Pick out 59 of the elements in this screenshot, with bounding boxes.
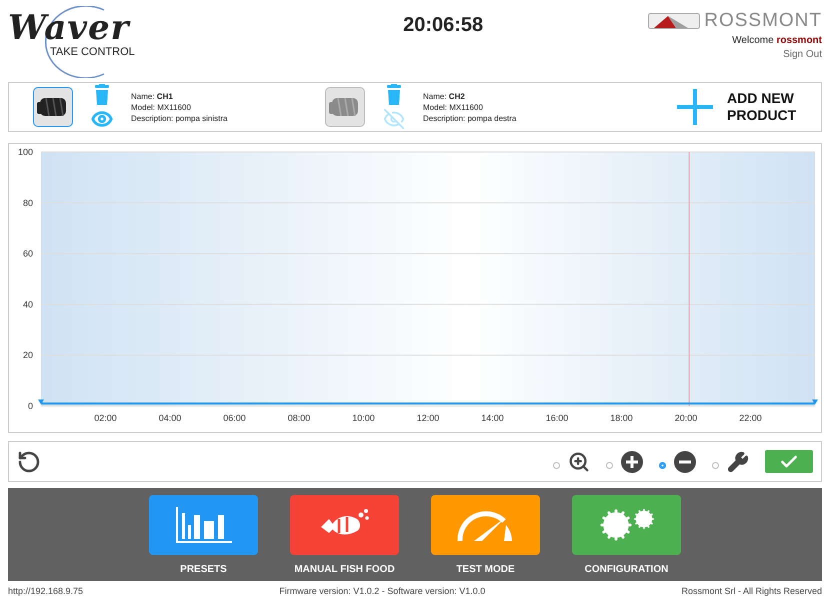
- product-model: Model: MX11600: [131, 102, 192, 112]
- nav-label[interactable]: CONFIGURATION: [584, 564, 668, 575]
- radio-button[interactable]: [553, 462, 560, 469]
- bar-chart-icon: [176, 507, 232, 543]
- product-thumbnail[interactable]: [33, 87, 73, 127]
- y-tick-label: 100: [18, 147, 33, 157]
- x-tick-label: 02:00: [94, 413, 117, 423]
- nav-label[interactable]: TEST MODE: [456, 564, 515, 575]
- x-tick-label: 06:00: [223, 413, 246, 423]
- trash-icon[interactable]: [386, 84, 402, 106]
- x-tick-label: 18:00: [610, 413, 633, 423]
- nav-tile[interactable]: [431, 495, 540, 555]
- y-tick-label: 80: [22, 198, 33, 208]
- zoom-plus-button[interactable]: [621, 450, 643, 472]
- nav-label[interactable]: MANUAL FISH FOOD: [294, 564, 395, 575]
- y-tick-label: 60: [22, 248, 33, 259]
- product-model: Model: MX11600: [423, 102, 484, 112]
- copyright-text: Rossmont Srl - All Rights Reserved: [681, 586, 822, 596]
- brand-name: ROSSMONT: [704, 10, 822, 32]
- x-tick-label: 16:00: [546, 413, 568, 423]
- x-tick-label: 10:00: [352, 413, 375, 423]
- y-tick-label: 40: [22, 299, 33, 310]
- eye-icon[interactable]: [91, 108, 113, 130]
- zoom-minus-button[interactable]: [674, 450, 696, 472]
- y-tick-label: 20: [22, 350, 33, 360]
- product-name: Name: CH1: [131, 92, 174, 100]
- logo-tagline: TAKE CONTROL: [50, 46, 135, 58]
- plus-icon: [677, 89, 713, 125]
- x-tick-label: 04:00: [158, 413, 182, 423]
- sign-out-link[interactable]: Sign Out: [783, 49, 822, 60]
- radio-button[interactable]: [659, 462, 666, 469]
- device-address: http://192.168.9.75: [8, 586, 84, 596]
- zoom-in-button[interactable]: [568, 450, 590, 472]
- wrench-button[interactable]: [727, 450, 749, 472]
- add-new-product-button[interactable]: ADD NEW PRODUCT: [677, 89, 797, 125]
- nav-tile[interactable]: [572, 495, 681, 555]
- x-tick-label: 12:00: [416, 413, 440, 423]
- brand-logo-icon: [648, 13, 700, 29]
- welcome-text: Welcome rossmont: [732, 35, 822, 46]
- y-tick-label: 0: [28, 401, 33, 411]
- confirm-button[interactable]: [765, 450, 813, 473]
- product-name: Name: CH2: [423, 92, 466, 100]
- x-tick-label: 14:00: [481, 413, 504, 423]
- gears-icon: [598, 508, 654, 542]
- radio-button[interactable]: [606, 462, 613, 469]
- product-description: Description: pompa destra: [423, 114, 516, 122]
- product-thumbnail[interactable]: [325, 87, 365, 127]
- product-description: Description: pompa sinistra: [131, 114, 228, 122]
- clock: 20:06:58: [403, 14, 484, 37]
- x-tick-label: 22:00: [739, 413, 762, 423]
- nav-tile[interactable]: [290, 495, 399, 555]
- nav-label[interactable]: PRESETS: [180, 564, 227, 575]
- x-tick-label: 20:00: [674, 413, 698, 423]
- nav-tile[interactable]: [149, 495, 258, 555]
- x-tick-label: 08:00: [288, 413, 310, 423]
- version-info: Firmware version: V1.0.2 - Software version: V1.0.0: [279, 586, 486, 596]
- trash-icon[interactable]: [94, 84, 110, 106]
- reset-button[interactable]: [17, 450, 41, 474]
- radio-button[interactable]: [712, 462, 719, 469]
